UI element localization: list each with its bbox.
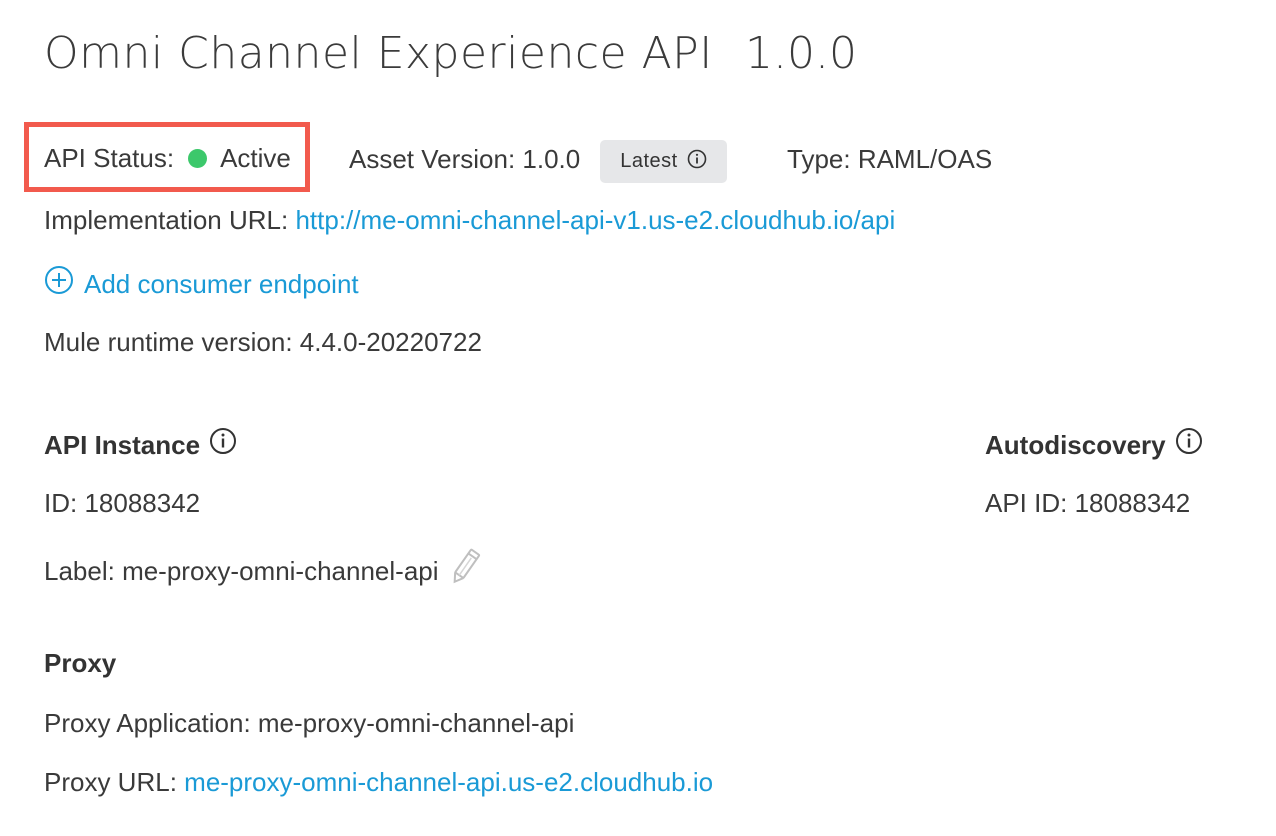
latest-badge-label: Latest xyxy=(620,150,678,172)
add-consumer-endpoint-button[interactable]: Add consumer endpoint xyxy=(44,265,359,302)
proxy-url-link[interactable]: me-proxy-omni-channel-api.us-e2.cloudhub… xyxy=(184,767,713,797)
latest-badge[interactable]: Latest xyxy=(600,140,727,183)
asset-version: Asset Version: 1.0.0 xyxy=(349,144,581,174)
mule-runtime-version: Mule runtime version: 4.4.0-20220722 xyxy=(44,327,482,357)
implementation-url-link[interactable]: http://me-omni-channel-api-v1.us-e2.clou… xyxy=(295,205,895,235)
proxy-application: Proxy Application: me-proxy-omni-channel… xyxy=(44,708,575,738)
api-instance-label-row: Label: me-proxy-omni-channel-api xyxy=(44,547,483,594)
info-icon[interactable] xyxy=(1175,427,1203,462)
api-instance-label: Label: me-proxy-omni-channel-api xyxy=(44,555,439,586)
plus-circle-icon xyxy=(44,265,74,302)
add-consumer-endpoint-label: Add consumer endpoint xyxy=(84,268,359,299)
api-version: 1.0.0 xyxy=(745,28,857,79)
implementation-url-row: Implementation URL: http://me-omni-chann… xyxy=(44,204,895,236)
api-instance-heading: API Instance xyxy=(44,427,237,462)
autodiscovery-heading: Autodiscovery xyxy=(985,427,1203,462)
autodiscovery-api-id: API ID: 18088342 xyxy=(985,488,1191,518)
pencil-icon[interactable] xyxy=(447,547,483,594)
api-type: Type: RAML/OAS xyxy=(787,144,993,174)
proxy-heading: Proxy xyxy=(44,648,117,678)
autodiscovery-heading-label: Autodiscovery xyxy=(985,429,1166,460)
api-status-value: Active xyxy=(220,143,291,173)
proxy-url-row: Proxy URL: me-proxy-omni-channel-api.us-… xyxy=(44,766,713,798)
status-dot-icon xyxy=(188,148,208,168)
implementation-url-label: Implementation URL: xyxy=(44,205,289,235)
info-icon[interactable] xyxy=(687,149,707,175)
proxy-url-label: Proxy URL: xyxy=(44,767,177,797)
api-instance-id: ID: 18088342 xyxy=(44,488,201,518)
api-status-label: API Status: xyxy=(44,143,175,173)
info-icon[interactable] xyxy=(209,427,237,462)
api-status: API Status: Active xyxy=(44,142,291,174)
api-instance-heading-label: API Instance xyxy=(44,429,201,460)
page-title: Omni Channel Experience API xyxy=(44,28,713,79)
